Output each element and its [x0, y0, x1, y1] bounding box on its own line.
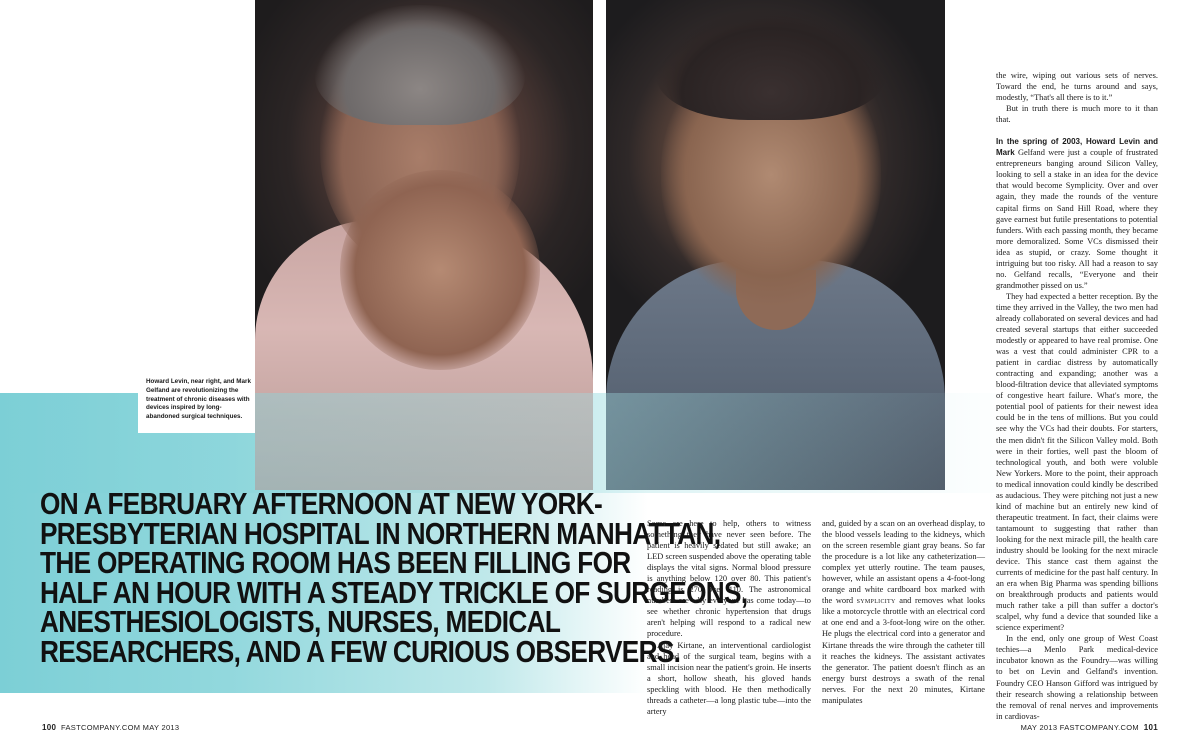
paragraph: and, guided by a scan on an overhead dis…: [822, 518, 985, 706]
text-run: and, guided by a scan on an overhead dis…: [822, 519, 985, 606]
footer-right-text: MAY 2013 FASTCOMPANY.COM: [1020, 723, 1139, 732]
product-name-smallcaps: symplicity: [856, 596, 896, 606]
photo-caption: Howard Levin, near right, and Mark Gelfa…: [138, 375, 255, 433]
paragraph: In the spring of 2003, Howard Levin and …: [996, 136, 1158, 291]
paragraph: But in truth there is much more to it th…: [996, 104, 1158, 125]
photo-hair-shape: [656, 10, 886, 120]
page-number-right: 101: [1143, 723, 1158, 732]
footer-left-text: FASTCOMPANY.COM MAY 2013: [61, 723, 180, 732]
headline-line: half an hour with a steady trickle of su…: [40, 575, 748, 610]
paragraph: Some are here to help, others to witness…: [647, 519, 811, 639]
body-column-1: Some are here to help, others to witness…: [647, 518, 811, 717]
headline-line: the operating room has been filling for: [40, 546, 631, 580]
text-run: Gelfand were just a couple of frustrated…: [996, 148, 1158, 290]
footer-left: 100 FASTCOMPANY.COM MAY 2013: [42, 723, 179, 732]
headline-line: On a February afternoon at New York-: [40, 487, 603, 521]
body-column-2: and, guided by a scan on an overhead dis…: [822, 518, 985, 706]
paragraph: In the end, only one group of West Coast…: [996, 634, 1158, 721]
headline-line: anesthesiologists, nurses, medical: [40, 605, 561, 639]
footer-right: MAY 2013 FASTCOMPANY.COM 101: [1021, 723, 1158, 732]
photo-hands-shape: [340, 170, 540, 370]
paragraph: They had expected a better reception. By…: [996, 291, 1158, 633]
text-run: and removes what looks like a motorcycle…: [822, 596, 985, 705]
paragraph: Ajay Kirtane, an interventional cardiolo…: [647, 640, 811, 716]
photo-hair-shape: [315, 5, 525, 125]
article-headline: On a February afternoon at New York- Pre…: [40, 487, 748, 669]
body-column-3: the wire, wiping out various sets of ner…: [996, 70, 1158, 722]
headline-line: Presbyterian Hospital in northern Manhat…: [40, 516, 721, 551]
page-number-left: 100: [42, 723, 57, 732]
headline-line: researchers, and a few curious observers…: [40, 634, 681, 669]
paragraph: the wire, wiping out various sets of ner…: [996, 71, 1158, 103]
